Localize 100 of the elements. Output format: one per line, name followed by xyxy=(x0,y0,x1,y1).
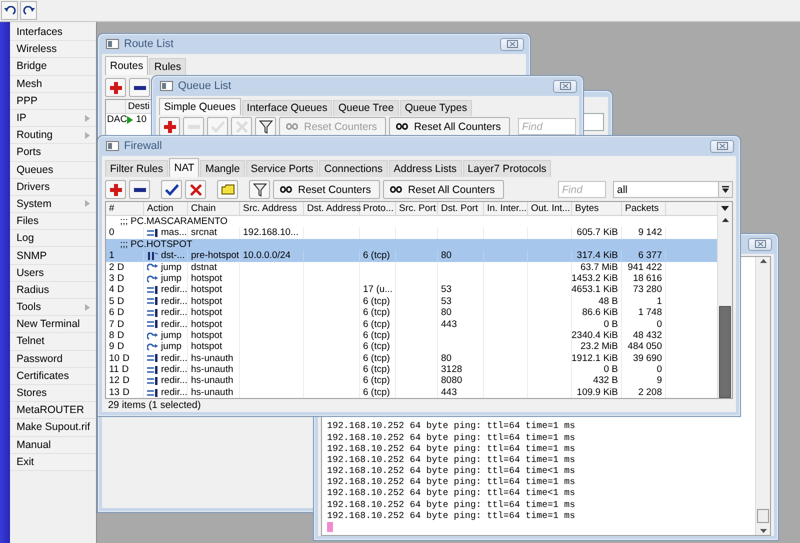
menu-item[interactable]: Tools xyxy=(10,299,96,316)
loop-icon xyxy=(147,263,158,272)
arrows-icon xyxy=(147,354,158,362)
column-header: Dst. Address xyxy=(304,202,360,215)
menu-item[interactable]: Telnet xyxy=(10,333,96,351)
tab[interactable]: Queue Tree xyxy=(333,100,399,116)
add-button[interactable] xyxy=(105,78,126,97)
filter-button[interactable] xyxy=(255,117,276,136)
menu-item[interactable]: Bridge xyxy=(10,58,96,76)
column-header: Action xyxy=(144,202,188,215)
reset-counters-button[interactable]: Reset Counters xyxy=(273,180,380,199)
close-icon xyxy=(754,240,766,248)
tab[interactable]: Service Ports xyxy=(246,160,318,177)
tab[interactable]: Simple Queues xyxy=(159,98,241,115)
arrows-icon xyxy=(147,388,158,397)
tab[interactable]: Routes xyxy=(105,56,148,75)
window-title: Queue List xyxy=(178,80,232,92)
close-button[interactable] xyxy=(500,38,524,50)
arrows-icon xyxy=(147,286,158,294)
redo-icon xyxy=(22,6,34,16)
table-cell: 18 616 xyxy=(632,272,662,284)
submenu-arrow-icon xyxy=(85,132,90,139)
search-field[interactable]: Find xyxy=(518,118,576,135)
scroll-up-icon xyxy=(760,259,766,263)
table-cell: 10 xyxy=(136,114,147,126)
table-cell: 53 xyxy=(441,284,452,296)
close-button[interactable] xyxy=(553,80,577,92)
window-title: Firewall xyxy=(124,140,163,152)
table-cell: 1912.1 KiB xyxy=(572,352,618,364)
tab[interactable]: Layer7 Protocols xyxy=(462,160,552,177)
flag-text: D xyxy=(122,352,130,364)
tab[interactable]: Interface Queues xyxy=(242,100,332,116)
comment-text: ;;; PC.MASCARAMENTO xyxy=(119,216,228,228)
loop-icon xyxy=(147,274,158,283)
enable-button[interactable] xyxy=(161,180,182,199)
table-cell: 2 208 xyxy=(638,386,662,398)
table-row[interactable]: ;;; PC.HOTSPOT xyxy=(106,238,717,250)
loop-icon xyxy=(147,342,158,351)
table-cell: jump xyxy=(161,262,182,273)
tab[interactable]: NAT xyxy=(169,158,200,177)
remove-button[interactable] xyxy=(129,78,150,97)
flag-text: D xyxy=(117,262,124,273)
add-button[interactable] xyxy=(159,117,180,136)
table-cell: 605.7 KiB xyxy=(576,227,618,239)
text-cursor xyxy=(327,522,333,532)
tab[interactable]: Queue Types xyxy=(400,100,472,116)
table-cell: 6 (tcp) xyxy=(363,318,390,330)
table-cell: hotspot xyxy=(191,307,222,319)
add-button[interactable] xyxy=(105,180,126,199)
table-cell: hs-unauth xyxy=(191,364,234,376)
table-cell: jump xyxy=(161,330,182,342)
search-field[interactable]: Find xyxy=(558,181,606,198)
counter-icon xyxy=(286,123,298,130)
tab[interactable]: Address Lists xyxy=(388,160,462,177)
tab[interactable]: Filter Rules xyxy=(105,160,168,177)
close-button[interactable] xyxy=(748,238,772,250)
bars-icon xyxy=(147,252,158,260)
table-cell: 0 xyxy=(656,318,662,330)
table-cell: 317.4 KiB xyxy=(576,250,618,262)
reset-counters-button[interactable]: Reset All Counters xyxy=(388,117,510,136)
close-button[interactable] xyxy=(710,140,734,152)
table-cell: 80 xyxy=(441,250,452,262)
menu-item[interactable]: Wireless xyxy=(10,41,96,58)
filter-button[interactable] xyxy=(249,180,270,199)
tab[interactable]: Connections xyxy=(319,160,388,177)
arrows-icon xyxy=(147,308,158,317)
table-cell: 1 748 xyxy=(638,307,662,319)
table-cell: 7 xyxy=(109,318,114,330)
table-cell: 0 B xyxy=(604,318,618,330)
comment-button[interactable] xyxy=(217,180,238,199)
menu-item[interactable]: Files xyxy=(10,213,96,230)
table-cell: redir... xyxy=(161,364,188,376)
filter-dropdown[interactable]: all xyxy=(613,181,733,198)
menu-item[interactable]: Routing xyxy=(10,127,96,144)
menu-item[interactable]: Make Supout.rif xyxy=(10,419,96,436)
table-cell: 4 xyxy=(109,284,114,296)
table-cell: pre-hotspot xyxy=(191,250,240,262)
column-menu-icon xyxy=(721,206,729,211)
cross-icon xyxy=(188,182,202,196)
menu-item[interactable]: New Terminal xyxy=(10,316,96,334)
table-cell: 6 (tcp) xyxy=(363,364,390,376)
reset-counters-button[interactable]: Reset All Counters xyxy=(382,180,504,199)
redo-button[interactable] xyxy=(20,1,37,20)
terminal-line: 192.168.10.252 64 byte ping: ttl=64 time=1 ms xyxy=(327,454,576,466)
counter-icon xyxy=(280,186,292,193)
flag-text: D xyxy=(117,330,124,342)
table-cell: 11 xyxy=(109,364,119,376)
table-cell: 17 (u... xyxy=(363,284,393,296)
undo-button[interactable] xyxy=(1,1,18,20)
table-row[interactable]: 1 dst-... pre-hotspot 10.0.0.0/24 6 (tcp) 80 317.4 KiB 6 377 xyxy=(106,250,717,262)
disable-button[interactable] xyxy=(185,180,206,199)
remove-button[interactable] xyxy=(129,180,150,199)
menu-item[interactable]: Interfaces xyxy=(10,24,96,42)
checkmark-icon xyxy=(210,120,224,134)
column-header: Src. Port xyxy=(396,202,438,215)
table-cell: redir... xyxy=(161,307,188,319)
table-cell: srcnat xyxy=(191,227,217,239)
tab[interactable]: Rules xyxy=(149,58,186,75)
table-row[interactable]: 2 D jump dstnat 63.7 MiB 941 422 xyxy=(106,262,717,273)
tab[interactable]: Mangle xyxy=(200,160,245,177)
